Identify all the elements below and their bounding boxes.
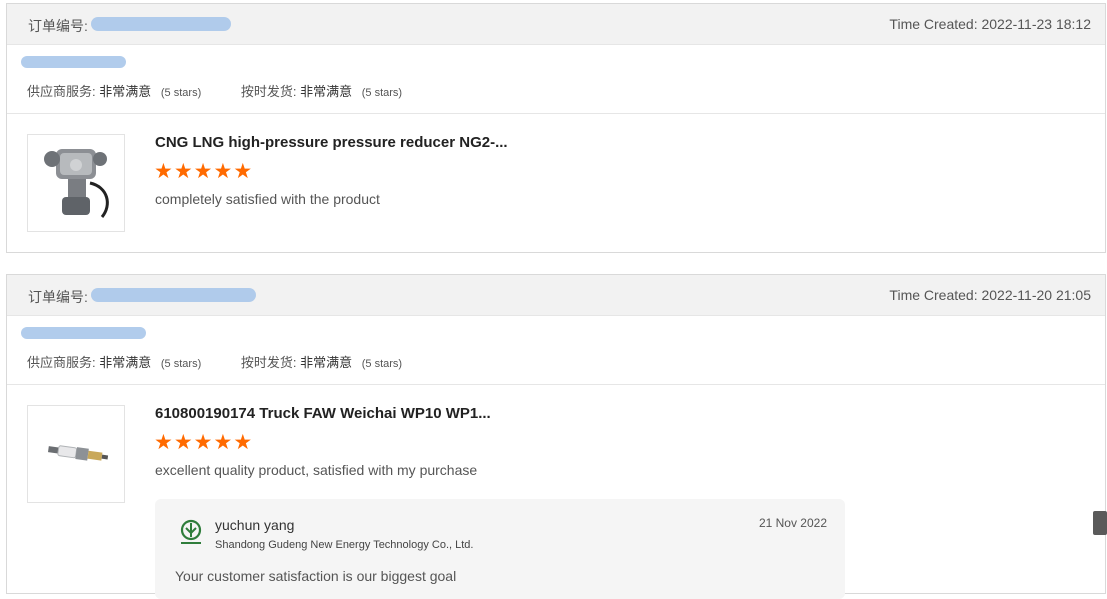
supplier-ratings: 供应商服务: 非常满意 (5 stars) 按时发货: 非常满意 (5 star… [27,352,438,371]
rating-stars-text: (5 stars) [361,358,403,370]
star-icon: ★ [154,160,173,183]
star-icon: ★ [193,431,213,454]
order-card: 订单编号: Time Created: 2022-11-20 21:05 供应商… [6,274,1106,599]
supplier-ratings: 供应商服务: 非常满意 (5 stars) 按时发货: 非常满意 (5 star… [27,81,438,100]
star-icon: ★ [213,160,233,183]
rating-on-time-delivery: 按时发货: 非常满意 (5 stars) [241,81,402,100]
rating-label: 供应商服务: [27,84,96,99]
review-text: completely satisfied with the product [155,191,380,207]
redacted-buyer-name [21,327,146,339]
product-title[interactable]: 610800190174 Truck FAW Weichai WP10 WP1.… [155,405,491,422]
supplier-reply: yuchun yang Shandong Gudeng New Energy T… [155,499,845,599]
product-title[interactable]: CNG LNG high-pressure pressure reducer N… [155,134,508,151]
order-number-label: 订单编号: [28,18,88,34]
spark-plug-image[interactable] [27,405,125,503]
rating-label: 供应商服务: [27,355,96,370]
reply-author-name: yuchun yang [215,517,295,533]
order-header: 订单编号: Time Created: 2022-11-20 21:05 [7,275,1105,316]
redacted-order-number [91,288,256,302]
star-icon: ★ [154,431,173,454]
pressure-reducer-image [44,149,109,218]
order-meta: 供应商服务: 非常满意 (5 stars) 按时发货: 非常满意 (5 star… [7,45,1105,114]
star-icon: ★ [173,160,193,183]
rating-label: 按时发货: [240,355,297,370]
pressure-reducer-image[interactable] [27,134,125,232]
time-created: Time Created: 2022-11-23 18:12 [889,16,1091,32]
rating-value: 非常满意 [300,355,353,370]
rating-supplier-service: 供应商服务: 非常满意 (5 stars) [27,81,201,100]
side-scroll-handle[interactable] [1093,511,1107,535]
star-icon: ★ [193,160,213,183]
time-created: Time Created: 2022-11-20 21:05 [889,287,1091,303]
star-icon: ★ [233,431,253,454]
reply-date: 21 Nov 2022 [758,516,827,530]
rating-value: 非常满意 [99,355,152,370]
reply-text: Your customer satisfaction is our bigges… [175,568,457,584]
rating-value: 非常满意 [300,84,353,99]
order-header: 订单编号: Time Created: 2022-11-23 18:12 [7,4,1105,45]
rating-stars-text: (5 stars) [361,87,403,99]
rating-stars-text: (5 stars) [160,87,202,99]
rating-stars-text: (5 stars) [160,358,202,370]
rating-value: 非常满意 [99,84,152,99]
rating-label: 按时发货: [240,84,297,99]
order-number-label: 订单编号: [28,289,88,305]
rating-on-time-delivery: 按时发货: 非常满意 (5 stars) [241,352,402,371]
review-text: excellent quality product, satisfied wit… [155,462,478,478]
spark-plug-image [47,445,109,461]
star-rating: ★★★★★ [154,161,253,183]
star-icon: ★ [233,160,253,183]
redacted-order-number [91,17,231,31]
star-icon: ★ [173,431,193,454]
order-meta: 供应商服务: 非常满意 (5 stars) 按时发货: 非常满意 (5 star… [7,316,1105,385]
company-logo-icon [180,519,202,544]
reply-company-name: Shandong Gudeng New Energy Technology Co… [215,539,474,551]
redacted-buyer-name [21,56,126,68]
rating-supplier-service: 供应商服务: 非常满意 (5 stars) [27,352,201,371]
star-rating: ★★★★★ [154,432,253,454]
order-card: 订单编号: Time Created: 2022-11-23 18:12 供应商… [6,3,1106,253]
star-icon: ★ [213,431,233,454]
